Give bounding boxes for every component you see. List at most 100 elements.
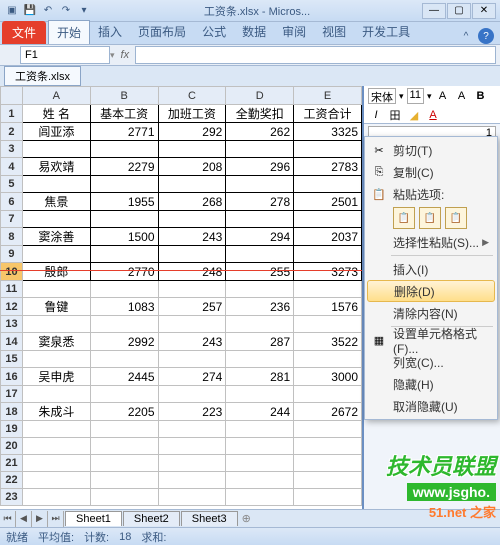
empty-cell[interactable] <box>226 455 294 472</box>
row-header[interactable]: 4 <box>1 158 23 176</box>
header-cell[interactable]: 姓 名 <box>22 105 90 123</box>
empty-cell[interactable] <box>90 489 158 506</box>
ribbon-tab[interactable]: 插入 <box>90 20 130 44</box>
column-header[interactable]: B <box>90 87 158 105</box>
worksheet[interactable]: ABCDE1姓 名基本工资加班工资全勤奖扣工资合计2闾亚添27712922623… <box>0 86 362 526</box>
blank-cell[interactable] <box>90 246 158 263</box>
excel-icon[interactable]: ▣ <box>4 3 20 19</box>
data-cell[interactable]: 236 <box>226 298 294 316</box>
empty-cell[interactable] <box>226 489 294 506</box>
row-header[interactable]: 12 <box>1 298 23 316</box>
bold-icon[interactable]: B <box>472 88 488 104</box>
context-menu-item[interactable]: 列宽(C)... <box>365 351 497 373</box>
empty-cell[interactable] <box>22 438 90 455</box>
paste-option[interactable]: 📋 <box>445 207 467 229</box>
row-header[interactable]: 21 <box>1 455 23 472</box>
data-cell[interactable]: 2783 <box>294 158 362 176</box>
context-menu-item[interactable]: 选择性粘贴(S)...▶ <box>365 231 497 253</box>
row-header[interactable]: 1 <box>1 105 23 123</box>
data-cell[interactable]: 3000 <box>294 368 362 386</box>
empty-cell[interactable] <box>158 438 226 455</box>
row-header[interactable]: 11 <box>1 281 23 298</box>
data-cell[interactable]: 292 <box>158 123 226 141</box>
help-icon[interactable]: ? <box>478 28 494 44</box>
empty-cell[interactable] <box>22 316 90 333</box>
row-header[interactable]: 23 <box>1 489 23 506</box>
next-sheet-icon[interactable]: ▶ <box>32 511 48 527</box>
ribbon-tab[interactable]: 开发工具 <box>354 20 418 44</box>
blank-cell[interactable] <box>158 141 226 158</box>
empty-cell[interactable] <box>22 455 90 472</box>
empty-cell[interactable] <box>22 472 90 489</box>
data-cell[interactable]: 243 <box>158 333 226 351</box>
context-menu-item[interactable]: 取消隐藏(U) <box>365 395 497 417</box>
data-cell[interactable]: 2992 <box>90 333 158 351</box>
empty-cell[interactable] <box>158 351 226 368</box>
name-cell[interactable]: 窦涂善 <box>22 228 90 246</box>
maximize-button[interactable]: ▢ <box>447 3 471 19</box>
empty-cell[interactable] <box>22 386 90 403</box>
increase-font-icon[interactable]: A <box>434 88 450 104</box>
font-size-select[interactable]: 11 <box>407 88 424 104</box>
sheet-tab[interactable]: Sheet3 <box>181 511 238 526</box>
ribbon-tab[interactable]: 审阅 <box>274 20 314 44</box>
empty-cell[interactable] <box>226 316 294 333</box>
font-color-icon[interactable]: A <box>425 107 441 123</box>
decrease-font-icon[interactable]: A <box>453 88 469 104</box>
header-cell[interactable]: 全勤奖扣 <box>226 105 294 123</box>
column-header[interactable]: E <box>294 87 362 105</box>
empty-cell[interactable] <box>294 455 362 472</box>
context-menu-item[interactable]: 删除(D) <box>367 280 495 302</box>
row-header[interactable]: 14 <box>1 333 23 351</box>
data-cell[interactable]: 3273 <box>294 263 362 281</box>
blank-cell[interactable] <box>22 141 90 158</box>
ribbon-tab[interactable]: 页面布局 <box>130 20 194 44</box>
context-menu-item[interactable]: 隐藏(H) <box>365 373 497 395</box>
empty-cell[interactable] <box>22 421 90 438</box>
italic-icon[interactable]: I <box>368 107 384 123</box>
paste-option[interactable]: 📋 <box>419 207 441 229</box>
blank-cell[interactable] <box>90 176 158 193</box>
data-cell[interactable]: 248 <box>158 263 226 281</box>
data-cell[interactable]: 1500 <box>90 228 158 246</box>
minimize-button[interactable]: — <box>422 3 446 19</box>
qat-more-icon[interactable]: ▾ <box>76 3 92 19</box>
blank-cell[interactable] <box>22 246 90 263</box>
row-header[interactable]: 13 <box>1 316 23 333</box>
paste-option[interactable]: 📋 <box>393 207 415 229</box>
name-cell[interactable]: 鲁键 <box>22 298 90 316</box>
name-cell[interactable]: 易欢靖 <box>22 158 90 176</box>
empty-cell[interactable] <box>22 489 90 506</box>
row-header[interactable]: 5 <box>1 176 23 193</box>
row-header[interactable]: 9 <box>1 246 23 263</box>
column-header[interactable]: C <box>158 87 226 105</box>
empty-cell[interactable] <box>158 455 226 472</box>
data-cell[interactable]: 243 <box>158 228 226 246</box>
redo-icon[interactable]: ↷ <box>58 3 74 19</box>
empty-cell[interactable] <box>22 351 90 368</box>
data-cell[interactable]: 294 <box>226 228 294 246</box>
empty-cell[interactable] <box>158 316 226 333</box>
data-cell[interactable]: 2501 <box>294 193 362 211</box>
header-cell[interactable]: 基本工资 <box>90 105 158 123</box>
empty-cell[interactable] <box>294 351 362 368</box>
blank-cell[interactable] <box>294 176 362 193</box>
name-cell[interactable]: 焦景 <box>22 193 90 211</box>
empty-cell[interactable] <box>294 489 362 506</box>
data-cell[interactable]: 274 <box>158 368 226 386</box>
context-menu-item[interactable]: 插入(I) <box>365 258 497 280</box>
empty-cell[interactable] <box>294 472 362 489</box>
ribbon-tab[interactable]: 开始 <box>48 20 90 44</box>
name-cell[interactable]: 殷郎 <box>22 263 90 281</box>
empty-cell[interactable] <box>158 281 226 298</box>
data-cell[interactable]: 281 <box>226 368 294 386</box>
row-header[interactable]: 18 <box>1 403 23 421</box>
empty-cell[interactable] <box>294 281 362 298</box>
formula-input[interactable] <box>135 46 496 64</box>
column-header[interactable]: D <box>226 87 294 105</box>
empty-cell[interactable] <box>90 386 158 403</box>
blank-cell[interactable] <box>90 211 158 228</box>
empty-cell[interactable] <box>90 351 158 368</box>
data-cell[interactable]: 268 <box>158 193 226 211</box>
header-cell[interactable]: 加班工资 <box>158 105 226 123</box>
